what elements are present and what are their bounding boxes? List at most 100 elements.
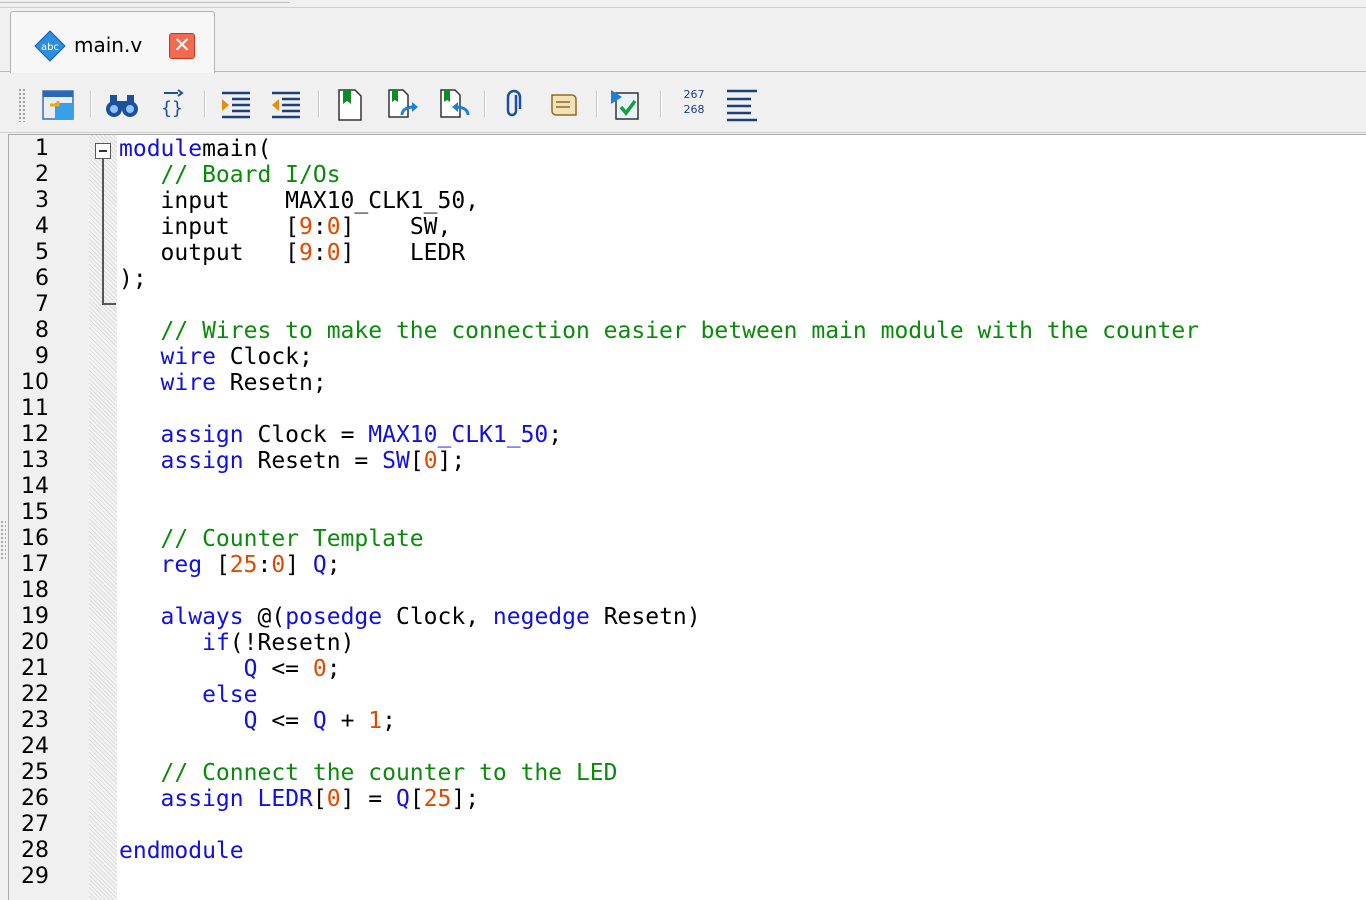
next-bookmark-icon[interactable] <box>384 87 420 123</box>
verilog-file-icon: abc <box>34 30 66 62</box>
code-token: 9 <box>299 214 313 240</box>
svg-text:{}: {} <box>161 98 183 119</box>
code-line[interactable]: // Board I/Os <box>119 162 341 188</box>
code-line[interactable]: modulemain( <box>119 136 271 162</box>
code-token: [ <box>312 786 327 812</box>
code-token: Clock, <box>382 604 493 630</box>
code-line[interactable]: input MAX10_CLK1_50, <box>119 188 480 214</box>
code-token: negedge <box>492 604 590 630</box>
code-token: 25 <box>423 786 452 812</box>
fold-collapse-icon[interactable] <box>95 143 111 159</box>
code-line[interactable]: output [9:0] LEDR <box>119 240 466 266</box>
code-token: MAX10_CLK1_50 <box>368 422 549 448</box>
code-token: Clock = <box>243 422 369 448</box>
code-token: main( <box>202 136 272 162</box>
code-token: <= <box>257 656 313 682</box>
code-token: assign <box>160 422 244 448</box>
code-token: Resetn = <box>243 448 383 474</box>
toolbar-separator <box>660 91 662 117</box>
code-token: : <box>312 240 327 266</box>
brace-match-icon[interactable]: {} <box>154 87 190 123</box>
line-number: 18 <box>21 578 49 603</box>
attach-icon[interactable] <box>496 87 532 123</box>
fold-range-line <box>102 159 104 305</box>
code-line[interactable]: reg [25:0] Q; <box>119 552 341 578</box>
code-token: <= <box>257 708 313 734</box>
close-icon[interactable]: ✕ <box>169 33 195 59</box>
code-line[interactable]: wire Clock; <box>119 344 313 370</box>
code-token: always <box>160 604 244 630</box>
code-line[interactable]: Q <= Q + 1; <box>119 708 396 734</box>
code-line[interactable]: input [9:0] SW, <box>119 214 452 240</box>
code-line[interactable]: // Connect the counter to the LED <box>119 760 618 786</box>
code-line[interactable]: endmodule <box>119 838 244 864</box>
code-line[interactable]: Q <= 0; <box>119 656 341 682</box>
line-number: 29 <box>21 864 49 889</box>
code-token: ; <box>548 422 563 448</box>
tab-bar: abc main.v ✕ <box>0 8 1366 73</box>
code-token: // Counter Template <box>160 526 424 552</box>
code-token: ] = <box>340 786 396 812</box>
code-line[interactable]: // Counter Template <box>119 526 424 552</box>
indent-icon[interactable] <box>218 87 254 123</box>
code-token: wire <box>160 370 216 396</box>
insert-template-icon[interactable] <box>608 87 644 123</box>
word-wrap-icon[interactable] <box>724 87 760 123</box>
code-token: SW <box>382 448 410 474</box>
previous-bookmark-icon[interactable] <box>436 87 472 123</box>
line-number: 26 <box>21 786 49 811</box>
code-editor[interactable]: 1 modulemain(2 // Board I/Os 3 input MAX10… <box>8 134 1366 900</box>
unindent-icon[interactable] <box>268 87 304 123</box>
line-number: 14 <box>21 474 49 499</box>
code-token: 0 <box>326 214 341 240</box>
code-token: ]; <box>451 786 480 812</box>
code-token: ; <box>382 708 396 734</box>
code-token: ] SW, <box>340 214 452 240</box>
code-line[interactable]: assign Clock = MAX10_CLK1_50; <box>119 422 563 448</box>
code-token: output [ <box>119 240 300 266</box>
code-token: ] <box>285 552 313 578</box>
find-binoculars-icon[interactable] <box>104 87 140 123</box>
splitter-grip[interactable] <box>0 520 6 560</box>
code-line[interactable]: else <box>119 682 257 708</box>
code-line[interactable]: always @(posedge Clock, negedge Resetn) <box>119 604 701 630</box>
code-token: 1 <box>368 708 383 734</box>
line-number: 19 <box>21 604 49 629</box>
code-token: : <box>312 214 327 240</box>
line-number: 11 <box>21 396 49 421</box>
code-line[interactable]: // Wires to make the connection easier b… <box>119 318 1200 344</box>
code-line[interactable]: assign LEDR[0] = Q[25]; <box>119 786 480 812</box>
toolbar-separator <box>204 91 206 117</box>
line-numbers-icon[interactable]: 267 268 <box>676 87 712 123</box>
code-line[interactable]: ); <box>119 266 147 292</box>
code-line[interactable]: wire Resetn; <box>119 370 327 396</box>
code-token: 0 <box>271 552 286 578</box>
code-token: Resetn; <box>215 370 327 396</box>
bookmark-icon[interactable] <box>332 87 368 123</box>
code-token: endmodule <box>119 838 244 864</box>
line-number: 13 <box>21 448 49 473</box>
code-token: Q <box>396 786 410 812</box>
template-scroll-icon[interactable] <box>546 87 582 123</box>
window-layout-icon[interactable] <box>40 87 76 123</box>
line-number: 17 <box>21 552 49 577</box>
code-token: : <box>257 552 272 578</box>
toolbar-grip[interactable] <box>18 88 26 122</box>
line-number: 27 <box>21 812 49 837</box>
line-number: 10 <box>21 370 49 395</box>
code-line[interactable]: assign Resetn = SW[0]; <box>119 448 466 474</box>
code-token: [ <box>202 552 230 578</box>
line-number: 28 <box>21 838 49 863</box>
code-token: reg <box>160 552 203 578</box>
code-line[interactable]: if(!Resetn) <box>119 630 354 656</box>
line-number: 21 <box>21 656 49 681</box>
code-token: 9 <box>299 240 313 266</box>
toolbar-separator <box>90 91 92 117</box>
tab-main-v[interactable]: abc main.v ✕ <box>10 11 215 73</box>
